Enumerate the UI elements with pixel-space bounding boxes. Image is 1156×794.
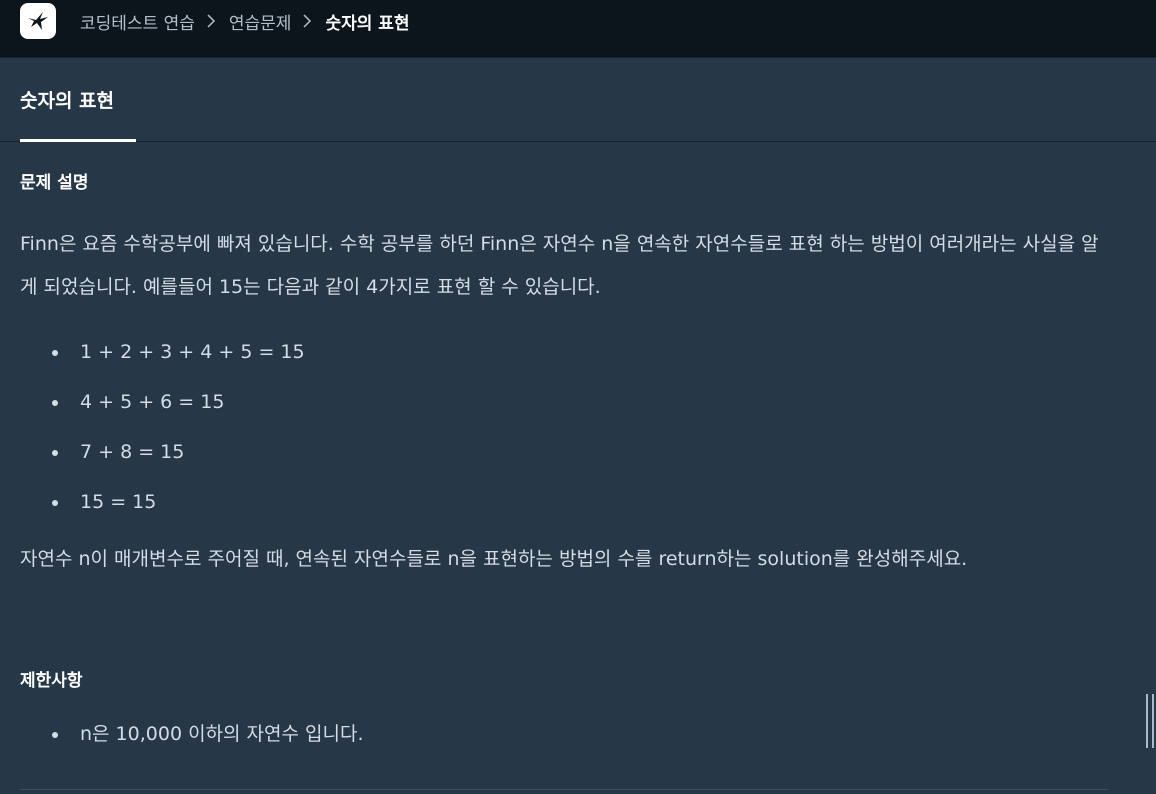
section-divider bbox=[20, 789, 1108, 790]
tab-bar: 숫자의 표현 bbox=[0, 58, 1156, 142]
breadcrumb-coding-test[interactable]: 코딩테스트 연습 bbox=[80, 9, 195, 34]
chevron-right-icon bbox=[303, 14, 313, 28]
problem-intro: Finn은 요즘 수학공부에 빠져 있습니다. 수학 공부를 하던 Finn은 … bbox=[20, 233, 1099, 298]
examples-list: 1 + 2 + 3 + 4 + 5 = 15 4 + 5 + 6 = 15 7 … bbox=[20, 332, 305, 532]
chevron-right-icon bbox=[207, 14, 217, 28]
breadcrumb: 코딩테스트 연습 연습문제 숫자의 표현 bbox=[80, 8, 410, 34]
bird-logo-icon[interactable] bbox=[20, 3, 56, 39]
tab-problem[interactable]: 숫자의 표현 bbox=[20, 58, 136, 142]
list-item: 7 + 8 = 15 bbox=[20, 432, 305, 482]
breadcrumb-current-problem: 숫자의 표현 bbox=[325, 13, 410, 34]
description-heading: 문제 설명 bbox=[20, 173, 89, 193]
problem-task: 자연수 n이 매개변수로 주어질 때, 연속된 자연수들로 n을 표현하는 방법… bbox=[20, 548, 968, 570]
list-item: 15 = 15 bbox=[20, 482, 305, 532]
resize-handle[interactable] bbox=[1146, 694, 1154, 748]
list-item: 4 + 5 + 6 = 15 bbox=[20, 382, 305, 432]
list-item: n은 10,000 이하의 자연수 입니다. bbox=[20, 714, 364, 764]
breadcrumb-practice-problems[interactable]: 연습문제 bbox=[229, 9, 292, 34]
resize-handle-bar bbox=[1146, 694, 1148, 748]
list-item: 1 + 2 + 3 + 4 + 5 = 15 bbox=[20, 332, 305, 382]
limits-heading: 제한사항 bbox=[20, 671, 83, 691]
resize-handle-bar bbox=[1152, 694, 1154, 748]
top-navigation-bar: 코딩테스트 연습 연습문제 숫자의 표현 bbox=[0, 0, 1156, 58]
limits-list: n은 10,000 이하의 자연수 입니다. bbox=[20, 714, 364, 764]
